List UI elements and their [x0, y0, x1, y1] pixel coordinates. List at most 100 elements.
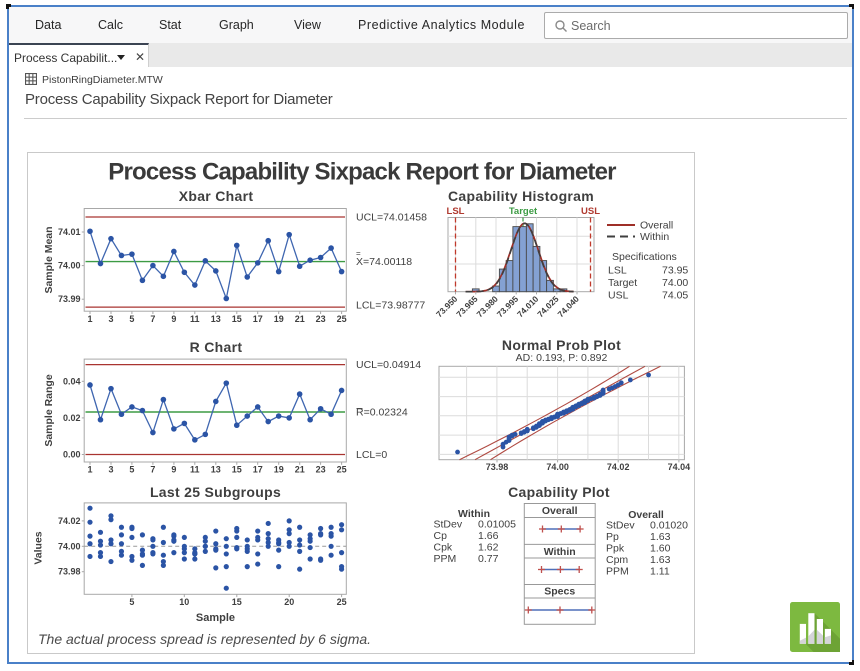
svg-text:0.01005: 0.01005: [478, 519, 516, 531]
svg-text:1: 1: [87, 465, 92, 475]
svg-text:Cpk: Cpk: [434, 542, 453, 554]
svg-text:Within: Within: [640, 231, 669, 243]
svg-text:17: 17: [253, 465, 263, 475]
svg-text:1.11: 1.11: [650, 566, 670, 578]
svg-text:73.98: 73.98: [486, 462, 509, 472]
svg-text:Target: Target: [608, 277, 637, 289]
svg-text:USL: USL: [608, 290, 629, 302]
svg-text:13: 13: [211, 314, 221, 324]
svg-text:25: 25: [337, 597, 347, 607]
svg-text:74.04: 74.04: [668, 462, 691, 472]
svg-text:AD: 0.193, P: 0.892: AD: 0.193, P: 0.892: [516, 352, 608, 364]
svg-text:LSL: LSL: [608, 265, 627, 277]
svg-text:25: 25: [337, 465, 347, 475]
svg-text:The actual process spread is r: The actual process spread is represented…: [38, 631, 371, 647]
svg-text:73.965: 73.965: [454, 294, 480, 320]
svg-text:15: 15: [232, 314, 242, 324]
svg-text:X=74.00118: X=74.00118: [356, 256, 412, 268]
svg-text:PPM: PPM: [434, 553, 457, 565]
svg-text:Sample Range: Sample Range: [43, 374, 55, 447]
svg-text:73.95: 73.95: [662, 265, 688, 277]
svg-text:74.00: 74.00: [662, 277, 688, 289]
svg-text:PPM: PPM: [606, 566, 629, 578]
svg-text:25: 25: [337, 314, 347, 324]
svg-text:74.00: 74.00: [546, 462, 569, 472]
svg-text:Overall: Overall: [640, 220, 673, 232]
svg-text:5: 5: [129, 465, 134, 475]
svg-text:Pp: Pp: [606, 531, 619, 543]
svg-text:73.980: 73.980: [474, 294, 500, 320]
svg-text:74.02: 74.02: [58, 516, 81, 526]
svg-text:11: 11: [190, 314, 200, 324]
svg-text:Cpm: Cpm: [606, 554, 628, 566]
svg-text:Specs: Specs: [544, 586, 575, 598]
svg-text:Within: Within: [544, 546, 576, 558]
svg-text:USL: USL: [581, 206, 600, 217]
svg-text:19: 19: [274, 314, 284, 324]
svg-text:7: 7: [150, 465, 155, 475]
svg-text:StDev: StDev: [606, 520, 635, 532]
svg-text:1.60: 1.60: [650, 543, 671, 555]
svg-text:5: 5: [129, 314, 134, 324]
svg-text:73.98: 73.98: [58, 567, 81, 577]
svg-text:7: 7: [150, 314, 155, 324]
svg-text:Sample: Sample: [196, 612, 235, 624]
svg-text:3: 3: [108, 465, 113, 475]
svg-text:10: 10: [179, 597, 189, 607]
svg-text:74.025: 74.025: [535, 294, 561, 320]
svg-text:9: 9: [171, 314, 176, 324]
svg-text:74.040: 74.040: [555, 294, 581, 320]
svg-text:74.010: 74.010: [515, 294, 541, 320]
svg-text:Capability Plot: Capability Plot: [508, 484, 610, 500]
svg-text:0.02: 0.02: [63, 413, 81, 423]
svg-text:9: 9: [171, 465, 176, 475]
svg-text:23: 23: [316, 465, 326, 475]
svg-text:Xbar Chart: Xbar Chart: [179, 188, 254, 204]
svg-text:Capability Histogram: Capability Histogram: [448, 188, 594, 204]
svg-text:LCL=0: LCL=0: [356, 449, 387, 461]
svg-text:5: 5: [129, 597, 134, 607]
svg-text:1.63: 1.63: [650, 531, 671, 543]
svg-text:1: 1: [87, 314, 92, 324]
svg-text:Ppk: Ppk: [606, 543, 625, 555]
svg-text:74.00: 74.00: [58, 261, 81, 271]
svg-text:Process Capability Sixpack Rep: Process Capability Sixpack Report for Di…: [108, 159, 616, 186]
svg-text:3: 3: [108, 314, 113, 324]
svg-text:0.01020: 0.01020: [650, 520, 688, 532]
svg-text:11: 11: [190, 465, 200, 475]
svg-text:15: 15: [232, 465, 242, 475]
svg-text:20: 20: [284, 597, 294, 607]
svg-text:1.62: 1.62: [478, 542, 499, 554]
svg-text:74.00: 74.00: [58, 541, 81, 551]
svg-text:LSL: LSL: [447, 206, 465, 217]
svg-text:UCL=0.04914: UCL=0.04914: [356, 359, 421, 371]
svg-text:StDev: StDev: [434, 519, 463, 531]
svg-text:R Chart: R Chart: [190, 339, 243, 355]
svg-text:73.995: 73.995: [495, 294, 521, 320]
svg-text:1.63: 1.63: [650, 554, 671, 566]
svg-text:Target: Target: [509, 206, 538, 217]
svg-text:0.77: 0.77: [478, 553, 499, 565]
svg-text:UCL=74.01458: UCL=74.01458: [356, 212, 427, 224]
svg-text:Normal Prob Plot: Normal Prob Plot: [502, 337, 621, 353]
svg-text:0.00: 0.00: [63, 450, 81, 460]
svg-text:17: 17: [253, 314, 263, 324]
svg-text:R=0.02324: R=0.02324: [356, 407, 408, 419]
svg-text:Specifications: Specifications: [612, 251, 677, 263]
svg-text:0.04: 0.04: [63, 376, 81, 386]
svg-text:Values: Values: [33, 531, 45, 564]
svg-text:Cp: Cp: [434, 530, 448, 542]
svg-text:74.05: 74.05: [662, 290, 688, 302]
svg-text:1.66: 1.66: [478, 530, 499, 542]
svg-text:Sample Mean: Sample Mean: [43, 226, 55, 293]
svg-text:23: 23: [316, 314, 326, 324]
svg-text:73.99: 73.99: [58, 294, 81, 304]
svg-text:19: 19: [274, 465, 284, 475]
svg-text:21: 21: [295, 465, 305, 475]
svg-text:LCL=73.98777: LCL=73.98777: [356, 300, 425, 312]
svg-text:21: 21: [295, 314, 305, 324]
svg-text:74.01: 74.01: [58, 227, 81, 237]
svg-text:Overall: Overall: [542, 505, 578, 517]
svg-text:13: 13: [211, 465, 221, 475]
svg-text:Last 25 Subgroups: Last 25 Subgroups: [150, 484, 281, 500]
